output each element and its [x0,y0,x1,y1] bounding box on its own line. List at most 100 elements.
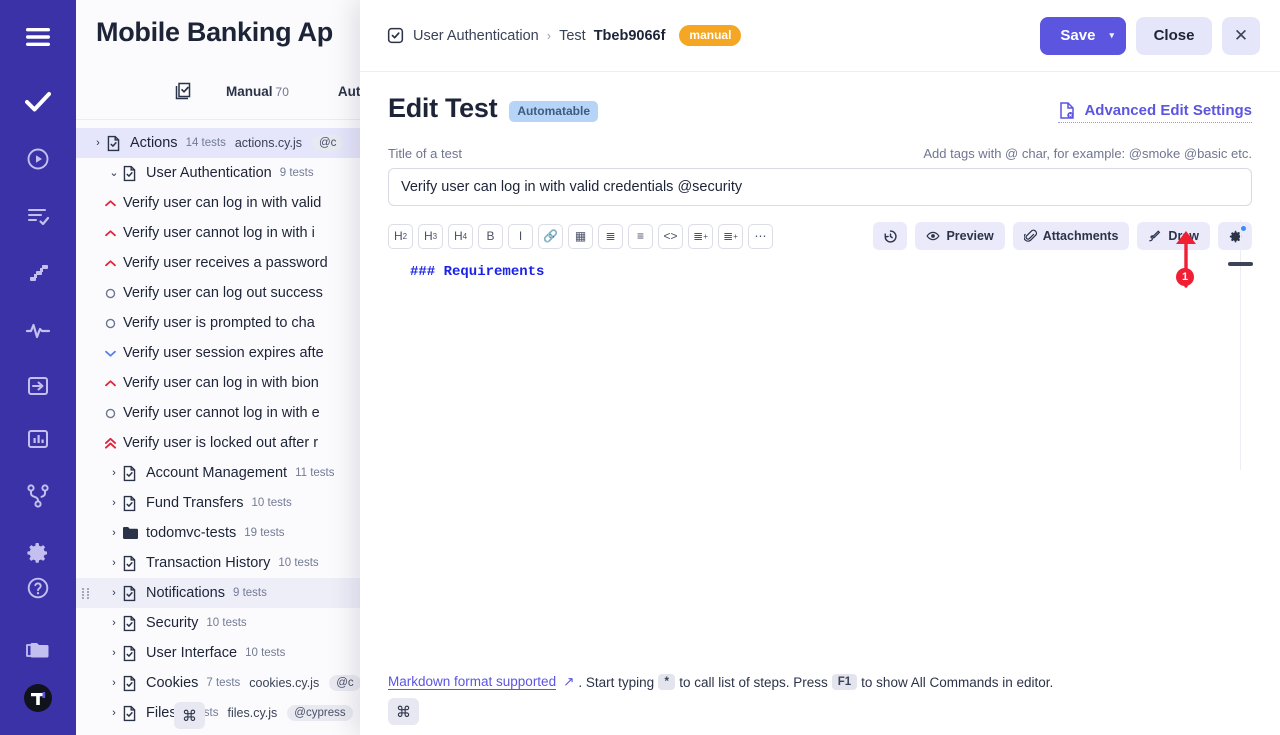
command-key-badge-footer[interactable]: ⌘ [388,698,419,725]
activity-pulse-icon[interactable] [16,312,60,347]
expand-caret-icon[interactable]: › [106,618,122,629]
more-options-button[interactable]: ⋯ [748,224,773,249]
editor-toolbar-left: H2H3H4BI🔗▦≣≡<>≣+≣+⋯ [388,224,778,249]
external-link-icon[interactable]: ↗ [563,674,574,690]
link-button[interactable]: 🔗 [538,224,563,249]
ordered-list-button[interactable]: ≣ [598,224,623,249]
chevron-down-icon[interactable]: ▾ [1109,30,1114,41]
priority-icon [103,288,117,299]
suite-test-count: 10 tests [278,557,318,569]
tree-suite-row[interactable]: ›todomvc-tests19 tests [76,518,369,548]
file-check-icon [122,165,138,182]
help-question-icon[interactable] [16,570,60,605]
tree-suite-row[interactable]: ›Cookies7 testscookies.cy.js@c [76,668,369,698]
markdown-format-link[interactable]: Markdown format supported [388,674,556,690]
integrations-branch-icon[interactable] [16,479,60,514]
bullet-list-button[interactable]: ≡ [628,224,653,249]
test-case-row[interactable]: Verify user can log out success [76,278,369,308]
close-button[interactable]: Close [1136,17,1212,55]
expand-caret-icon[interactable]: › [106,498,122,509]
expand-caret-icon[interactable]: › [106,588,122,599]
expand-caret-icon[interactable]: › [106,648,122,659]
test-case-label: Verify user is locked out after r [123,435,318,451]
heading-4-button[interactable]: H4 [448,224,473,249]
reports-chart-icon[interactable] [16,422,60,457]
suite-test-count: 19 tests [244,527,284,539]
priority-icon [103,349,117,358]
tree-suite-row[interactable]: ⌄User Authentication9 tests [76,158,369,188]
drag-handle-icon[interactable] [82,588,91,599]
tree-suite-row[interactable]: ›Security10 tests [76,608,369,638]
breadcrumb-suite[interactable]: User Authentication [413,28,539,44]
tree-suite-row[interactable]: ›Fund Transfers10 tests [76,488,369,518]
tree-suite-row[interactable]: ›Actions14 testsactions.cy.js@c [76,128,369,158]
test-case-row[interactable]: Verify user cannot log in with e [76,398,369,428]
advanced-edit-settings-link[interactable]: Advanced Edit Settings [1058,101,1252,123]
test-case-row[interactable]: Verify user receives a password [76,248,369,278]
code-block-button[interactable]: <> [658,224,683,249]
markdown-editor[interactable]: ### Requirements [388,264,1252,674]
title-field-labels: Title of a test Add tags with @ char, fo… [388,146,1252,161]
priority-icon [103,379,117,388]
file-check-icon [122,555,138,572]
heading-2-button[interactable]: H2 [388,224,413,249]
expand-caret-icon[interactable]: › [106,468,122,479]
test-plans-icon[interactable] [16,199,60,234]
suite-test-count: 10 tests [206,617,246,629]
test-case-row[interactable]: Verify user session expires afte [76,338,369,368]
test-case-row[interactable]: Verify user is locked out after r [76,428,369,458]
bold-button[interactable]: B [478,224,503,249]
test-case-row[interactable]: Verify user cannot log in with i [76,218,369,248]
attachments-button[interactable]: Attachments [1013,222,1130,250]
editor-footer: Markdown format supported ↗ . Start typi… [360,674,1280,735]
test-case-label: Verify user receives a password [123,255,328,271]
suite-test-count: 10 tests [245,647,285,659]
left-nav-rail [0,0,76,735]
test-case-row[interactable]: Verify user can log in with valid [76,188,369,218]
tests-check-icon[interactable] [16,85,60,120]
manual-label: Manual [226,84,273,99]
expand-caret-icon[interactable]: ⌄ [106,168,122,179]
runs-play-icon[interactable] [16,142,60,177]
file-check-icon [122,495,138,512]
expand-caret-icon[interactable]: › [106,708,122,719]
link-button-label: 🔗 [543,229,558,243]
editor-hint-line: Markdown format supported ↗ . Start typi… [388,674,1252,690]
tree-suite-row[interactable]: ›Account Management11 tests [76,458,369,488]
settings-gear-icon[interactable] [16,536,60,571]
menu-icon[interactable] [16,20,60,55]
command-key-badge[interactable]: ⌘ [174,702,205,729]
suite-label: Cookies [146,675,198,691]
history-button[interactable] [873,222,907,250]
expand-caret-icon[interactable]: › [106,678,122,689]
priority-icon [103,318,117,329]
projects-folder-icon[interactable] [16,631,60,666]
steps-icon[interactable] [16,255,60,290]
add-numbered-step-button[interactable]: ≣+ [718,224,743,249]
table-button[interactable]: ▦ [568,224,593,249]
save-button[interactable]: Save ▾ [1040,17,1126,55]
manual-counter[interactable]: Manual70 [226,84,289,99]
import-icon[interactable] [16,369,60,404]
panel-resize-handle[interactable] [1228,262,1253,266]
test-case-row[interactable]: Verify user is prompted to cha [76,308,369,338]
checklist-icon [174,81,194,106]
user-avatar[interactable] [16,680,60,715]
italic-button[interactable]: I [508,224,533,249]
tree-suite-row[interactable]: ›Notifications9 tests [76,578,369,608]
heading-3-button[interactable]: H3 [418,224,443,249]
editor-settings-button[interactable] [1218,222,1252,250]
close-icon[interactable]: ✕ [1222,17,1260,55]
tree-suite-row[interactable]: ›Files4 testsfiles.cy.js@cypress [76,698,369,728]
expand-caret-icon[interactable]: › [106,558,122,569]
tree-suite-row[interactable]: ›User Interface10 tests [76,638,369,668]
test-case-row[interactable]: Verify user can log in with bion [76,368,369,398]
expand-caret-icon[interactable]: › [106,528,122,539]
draw-button[interactable]: Draw [1137,222,1210,250]
file-check-icon [122,615,138,632]
tree-suite-row[interactable]: ›Transaction History10 tests [76,548,369,578]
expand-caret-icon[interactable]: › [90,138,106,149]
add-step-list-button[interactable]: ≣+ [688,224,713,249]
preview-button[interactable]: Preview [915,222,1004,250]
test-title-input[interactable] [388,168,1252,206]
